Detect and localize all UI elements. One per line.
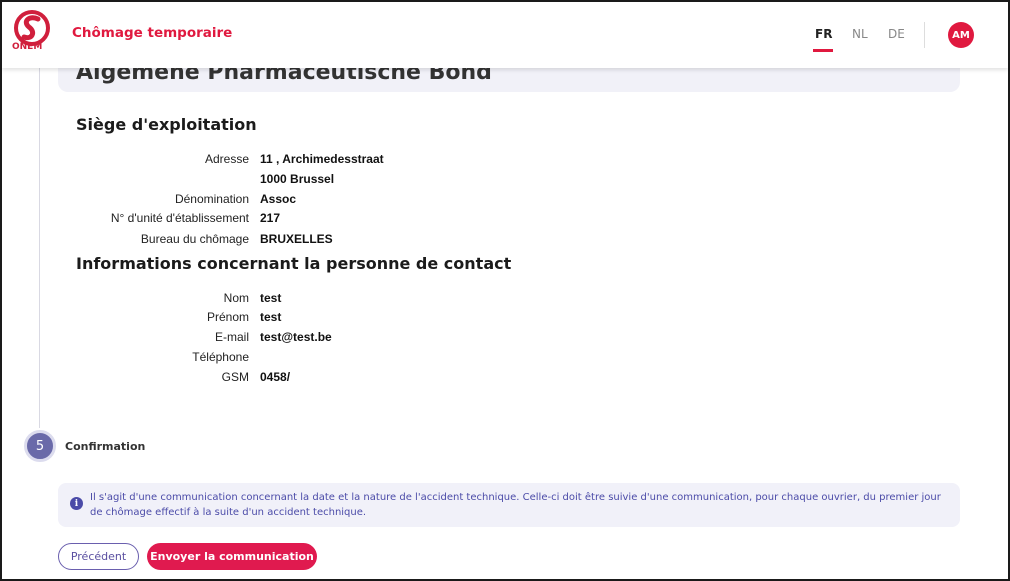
previous-button[interactable]: Précédent bbox=[58, 543, 139, 570]
lang-de[interactable]: DE bbox=[888, 27, 905, 41]
detail-row: Adresse 11 , Archimedesstraat bbox=[2, 152, 1008, 172]
detail-value: test bbox=[260, 291, 282, 305]
detail-value: BRUXELLES bbox=[260, 232, 333, 246]
section-title-siege: Siège d'exploitation bbox=[76, 115, 257, 134]
info-icon: i bbox=[70, 497, 83, 510]
detail-row: Bureau du chômage BRUXELLES bbox=[2, 232, 1008, 252]
detail-row: Dénomination Assoc bbox=[2, 192, 1008, 212]
detail-value: test@test.be bbox=[260, 330, 332, 344]
detail-row: GSM 0458/ bbox=[2, 370, 1008, 390]
detail-label: GSM bbox=[221, 370, 249, 384]
detail-label: Bureau du chômage bbox=[140, 232, 249, 246]
lang-fr[interactable]: FR bbox=[815, 27, 832, 41]
detail-value: 0458/ bbox=[260, 370, 291, 384]
user-avatar[interactable]: AM bbox=[948, 22, 974, 48]
app-window: Algemene Pharmaceutische Bond ONEM Chôma… bbox=[0, 0, 1010, 581]
detail-row: Prénom test bbox=[2, 310, 1008, 330]
app-header: ONEM Chômage temporaire FR NL DE AM bbox=[2, 2, 1008, 68]
detail-label: E-mail bbox=[214, 330, 249, 344]
active-lang-indicator bbox=[813, 49, 833, 52]
info-message: i Il s'agit d'une communication concerna… bbox=[58, 483, 960, 527]
step-label: Confirmation bbox=[65, 440, 146, 453]
detail-value: 217 bbox=[260, 211, 281, 225]
detail-row: Téléphone bbox=[2, 350, 1008, 370]
info-text: Il s'agit d'une communication concernant… bbox=[90, 492, 941, 518]
header-divider bbox=[924, 22, 925, 48]
detail-value: Assoc bbox=[260, 192, 297, 206]
detail-value: 11 , Archimedesstraat bbox=[260, 152, 384, 166]
app-title[interactable]: Chômage temporaire bbox=[72, 25, 232, 41]
detail-label: N° d'unité d'établissement bbox=[110, 211, 249, 225]
detail-row: E-mail test@test.be bbox=[2, 330, 1008, 350]
detail-label: Adresse bbox=[204, 152, 249, 166]
step-number-badge: 5 bbox=[24, 430, 56, 462]
logo-text: ONEM bbox=[12, 42, 43, 52]
send-communication-button[interactable]: Envoyer la communication bbox=[147, 543, 317, 570]
detail-row: Nom test bbox=[2, 291, 1008, 311]
lang-nl[interactable]: NL bbox=[852, 27, 868, 41]
detail-value: 1000 Brussel bbox=[260, 172, 335, 186]
detail-label: Prénom bbox=[206, 310, 249, 324]
detail-label: Téléphone bbox=[192, 350, 249, 364]
detail-row: 1000 Brussel bbox=[2, 172, 1008, 192]
detail-label: Nom bbox=[223, 291, 249, 305]
detail-value: test bbox=[260, 310, 282, 324]
detail-label: Dénomination bbox=[174, 192, 249, 206]
section-title-contact: Informations concernant la personne de c… bbox=[76, 254, 512, 273]
detail-row: N° d'unité d'établissement 217 bbox=[2, 211, 1008, 231]
